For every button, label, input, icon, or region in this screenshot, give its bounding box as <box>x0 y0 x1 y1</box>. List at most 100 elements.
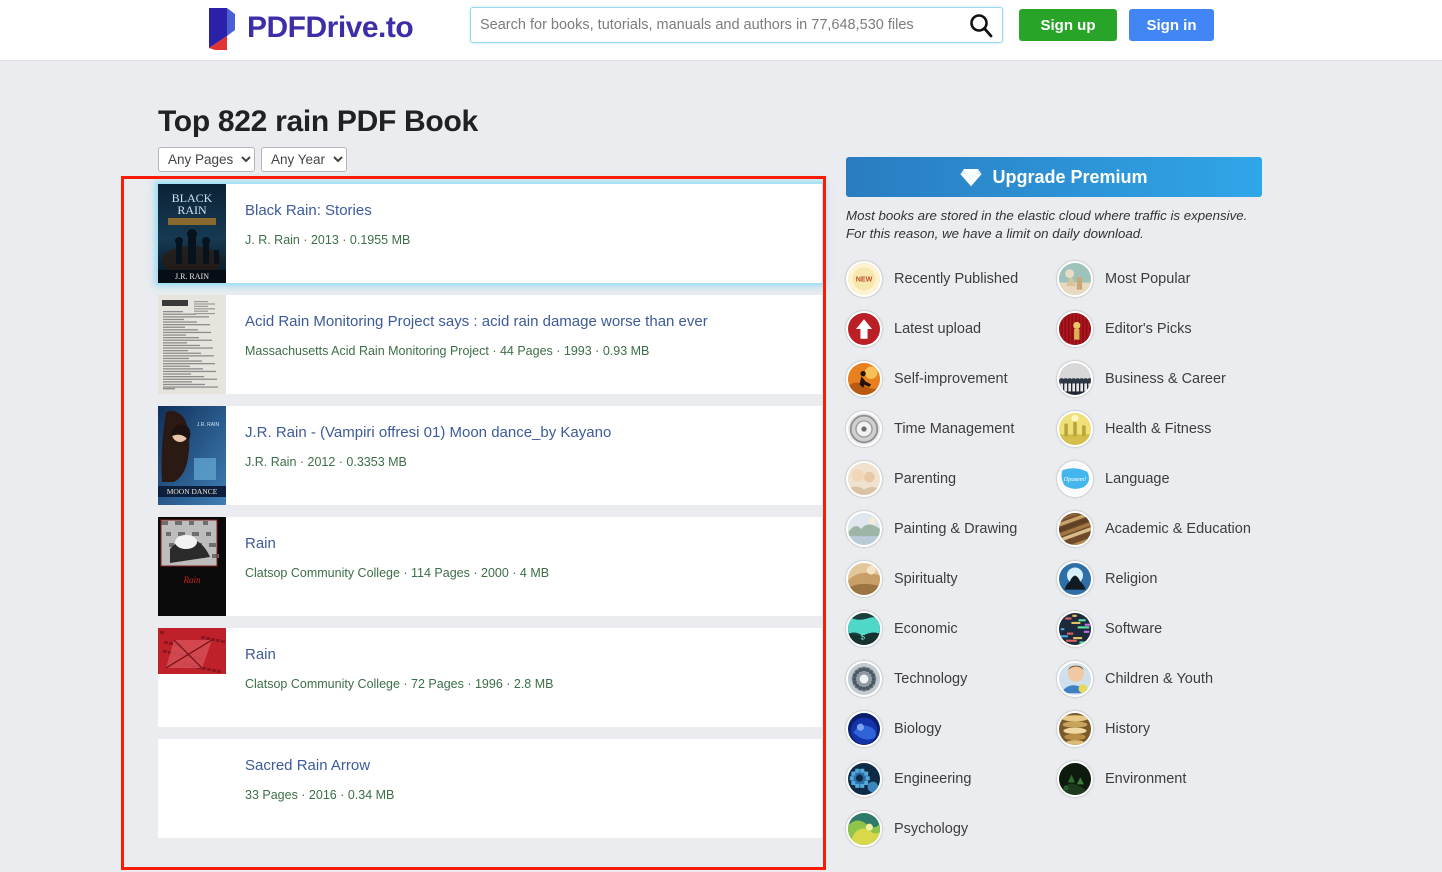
category-item[interactable]: Привет! Language <box>1057 461 1262 497</box>
category-item[interactable]: NEW Recently Published <box>846 261 1051 297</box>
search-icon[interactable] <box>960 8 1002 42</box>
economy-globe-icon: $ <box>846 611 882 647</box>
category-label: Software <box>1105 621 1163 637</box>
category-label: Language <box>1105 471 1170 487</box>
filter-year-select[interactable]: Any Year <box>261 147 347 172</box>
category-item[interactable]: Software <box>1057 611 1262 647</box>
spiritual-icon <box>846 561 882 597</box>
category-item[interactable]: Engineering <box>846 761 1051 797</box>
diamond-icon <box>960 168 982 186</box>
result-meta: 33 Pages · 2016 · 0.34 MB <box>245 788 395 802</box>
svg-text:RAIN: RAIN <box>177 203 207 217</box>
result-title-link[interactable]: Black Rain: Stories <box>245 202 822 220</box>
result-info: Rain Clatsop Community College · 72 Pages… <box>226 628 822 727</box>
result-item[interactable]: BLACK RAIN J.R. RAIN Black Rain: Stories J. … <box>158 184 822 283</box>
category-item[interactable]: Psychology <box>846 811 1051 847</box>
business-crowd-icon <box>1057 361 1093 397</box>
fitness-icon <box>1057 411 1093 447</box>
book-cover-thumbnail: J.R. RAIN MOON DANCE <box>158 406 226 505</box>
brain-icon <box>846 811 882 847</box>
category-label: Latest upload <box>894 321 982 337</box>
category-item[interactable]: Health & Fitness <box>1057 411 1262 447</box>
category-item[interactable]: Most Popular <box>1057 261 1262 297</box>
praying-hands-icon <box>1057 561 1093 597</box>
category-item[interactable]: Biology <box>846 711 1051 747</box>
category-item[interactable]: Spiritualty <box>846 561 1051 597</box>
svg-text:$: $ <box>860 633 865 642</box>
result-title-link[interactable]: Rain <box>245 535 822 553</box>
logo-text: PDFDrive.to <box>247 11 414 44</box>
result-meta: Clatsop Community College · 72 Pages · 1… <box>245 677 554 691</box>
pdfdrive-logo-icon <box>209 8 235 50</box>
category-label: Health & Fitness <box>1105 421 1212 437</box>
result-title-link[interactable]: J.R. Rain - (Vampiri offresi 01) Moon da… <box>245 424 822 442</box>
result-meta: Clatsop Community College · 114 Pages · … <box>245 566 550 580</box>
ancient-scroll-icon <box>1057 711 1093 747</box>
result-meta: Massachusetts Acid Rain Monitoring Proje… <box>245 344 650 358</box>
painting-icon <box>846 511 882 547</box>
filter-bar: Any Pages Any Year <box>158 147 347 172</box>
download-limit-note: Most books are stored in the elastic clo… <box>846 208 1248 241</box>
upgrade-premium-label: Upgrade Premium <box>992 166 1148 187</box>
category-label: Business & Career <box>1105 371 1226 387</box>
filter-pages-select[interactable]: Any Pages <box>158 147 255 172</box>
category-item[interactable]: Environment <box>1057 761 1262 797</box>
result-meta: J. R. Rain · 2013 · 0.1955 MB <box>245 233 411 247</box>
circuit-icon <box>846 661 882 697</box>
result-item[interactable]: Rain Clatsop Community College · 72 Pages… <box>158 628 822 727</box>
category-label: Most Popular <box>1105 271 1191 287</box>
category-item[interactable]: Latest upload <box>846 311 1051 347</box>
category-item[interactable]: Editor's Picks <box>1057 311 1262 347</box>
svg-text:MOON DANCE: MOON DANCE <box>167 487 218 496</box>
new-badge-icon: NEW <box>846 261 882 297</box>
category-item[interactable]: Religion <box>1057 561 1262 597</box>
category-label: Time Management <box>894 421 1015 437</box>
category-label: Recently Published <box>894 271 1019 287</box>
upgrade-premium-button[interactable]: Upgrade Premium <box>846 157 1262 197</box>
category-label: Parenting <box>894 471 957 487</box>
speech-bubble-icon: Привет! <box>1057 461 1093 497</box>
category-item[interactable]: $ Economic <box>846 611 1051 647</box>
svg-text:NEW: NEW <box>856 276 873 284</box>
category-item[interactable]: History <box>1057 711 1262 747</box>
result-title-link[interactable]: Sacred Rain Arrow <box>245 757 822 775</box>
cell-icon <box>846 711 882 747</box>
sign-in-button[interactable]: Sign in <box>1129 9 1214 41</box>
book-cover-thumbnail <box>158 295 226 394</box>
family-icon <box>846 461 882 497</box>
popular-hands-icon <box>1057 261 1093 297</box>
category-label: Psychology <box>894 821 969 837</box>
result-title-link[interactable]: Rain <box>245 646 822 664</box>
category-label: Children & Youth <box>1105 671 1214 687</box>
page-title: Top 822 rain PDF Book <box>158 105 478 139</box>
category-item[interactable]: Children & Youth <box>1057 661 1262 697</box>
svg-text:J.R. RAIN: J.R. RAIN <box>197 422 220 428</box>
result-item[interactable]: J.R. RAIN MOON DANCE J.R. Rain - (Vampiri … <box>158 406 822 505</box>
gears-icon <box>846 761 882 797</box>
category-item[interactable]: Business & Career <box>1057 361 1262 397</box>
theater-curtain-icon <box>1057 311 1093 347</box>
search-input[interactable] <box>471 8 960 42</box>
result-item[interactable]: Rain Rain Clatsop Community College · 114 … <box>158 517 822 616</box>
result-info: Black Rain: Stories J. R. Rain · 2013 · 0… <box>226 184 822 283</box>
category-label: Economic <box>894 621 958 637</box>
category-label: Spiritualty <box>894 571 958 587</box>
category-item[interactable]: Technology <box>846 661 1051 697</box>
category-item[interactable]: Academic & Education <box>1057 511 1262 547</box>
result-title-link[interactable]: Acid Rain Monitoring Project says : acid… <box>245 313 822 331</box>
search-box[interactable] <box>470 7 1003 43</box>
category-item[interactable]: Painting & Drawing <box>846 511 1051 547</box>
site-logo[interactable]: PDFDrive.to <box>205 6 414 50</box>
category-item[interactable]: Parenting <box>846 461 1051 497</box>
result-info: Rain Clatsop Community College · 114 Page… <box>226 517 822 616</box>
category-grid: NEW Recently Published Most Popular Latest … <box>846 261 1262 847</box>
upload-arrow-icon <box>846 311 882 347</box>
category-label: Academic & Education <box>1105 521 1251 537</box>
sign-up-button[interactable]: Sign up <box>1019 9 1117 41</box>
category-item[interactable]: Self-improvement <box>846 361 1051 397</box>
category-item[interactable]: Time Management <box>846 411 1051 447</box>
result-item[interactable]: Acid Rain Monitoring Project says : acid… <box>158 295 822 394</box>
svg-text:Привет!: Привет! <box>1063 476 1087 483</box>
result-item[interactable]: Sacred Rain Arrow 33 Pages · 2016 · 0.34 … <box>158 739 822 838</box>
svg-text:J.R. RAIN: J.R. RAIN <box>175 272 209 281</box>
